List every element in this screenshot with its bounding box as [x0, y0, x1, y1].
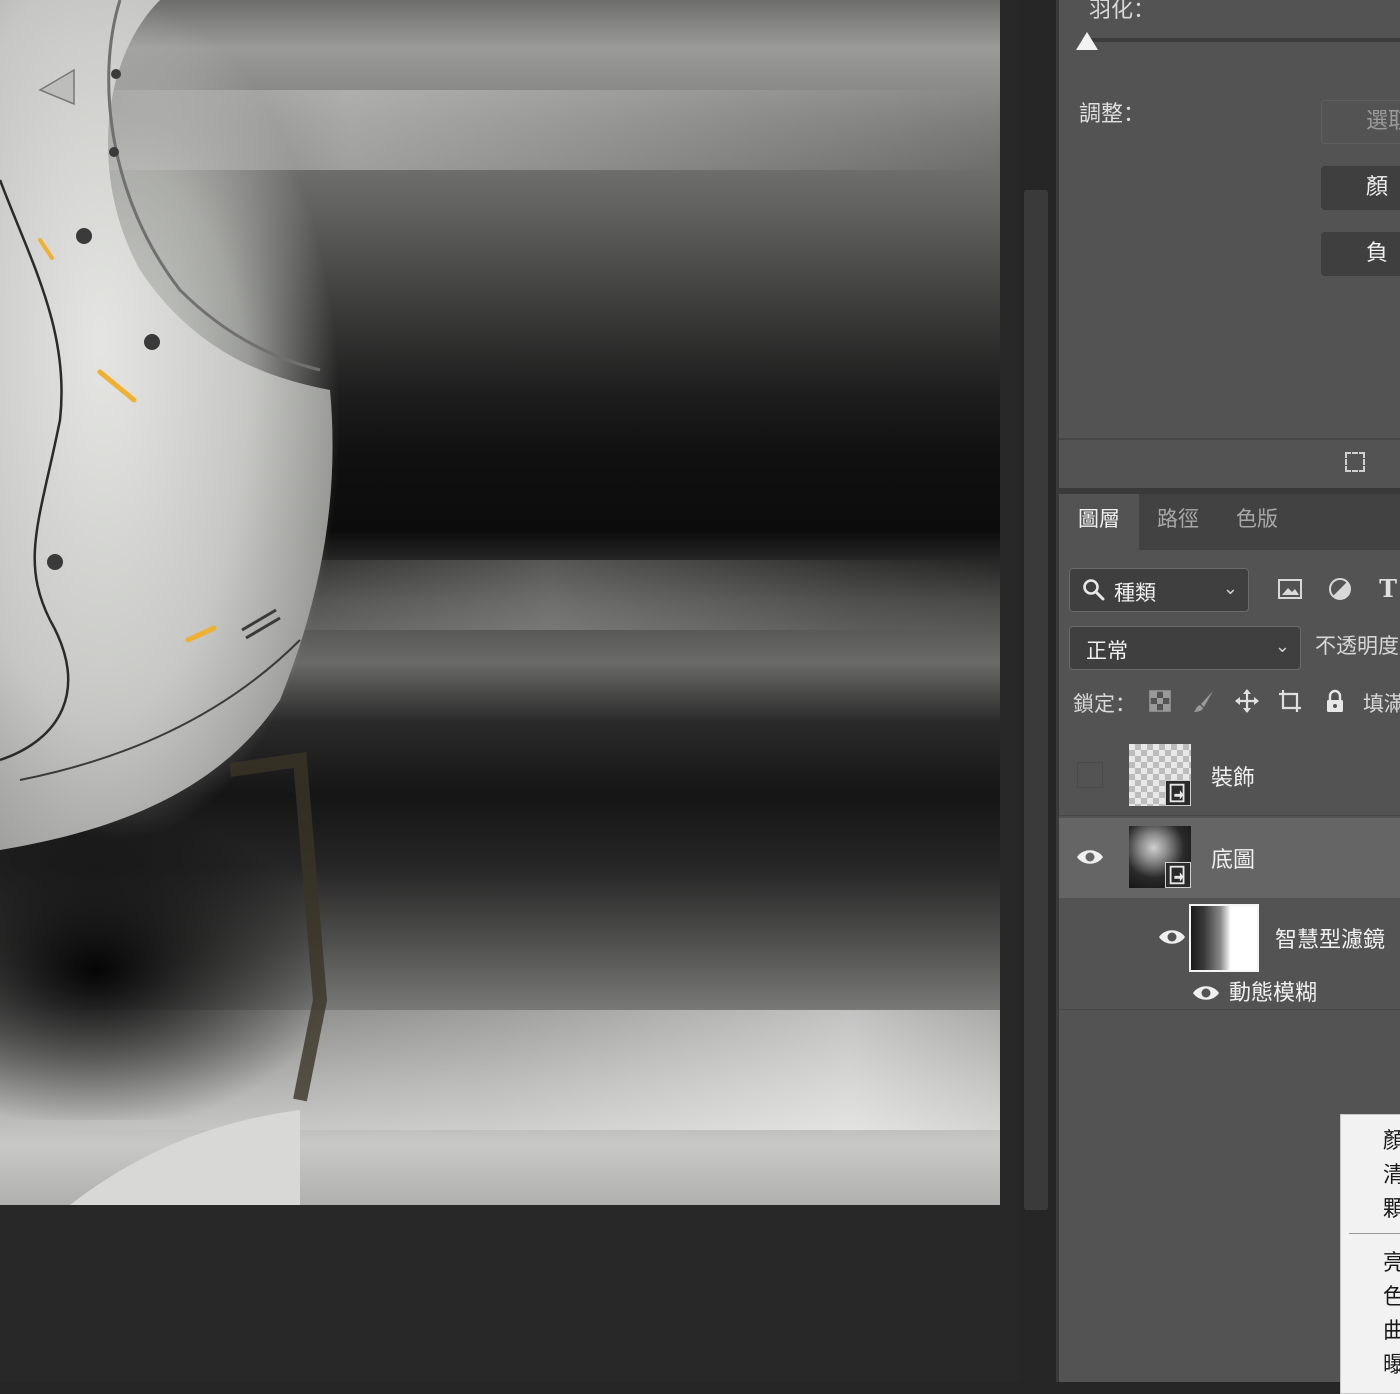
adjustment-layer-menu: 顏 清 顆 亮 色 曲 曝 [1340, 1114, 1400, 1394]
layer-name[interactable]: 底圖 [1211, 842, 1255, 874]
menu-item[interactable]: 曝 [1383, 1347, 1400, 1379]
select-and-mask-button[interactable]: 選取 [1321, 100, 1400, 144]
menu-separator [1349, 1233, 1400, 1234]
lock-label: 鎖定： [1073, 692, 1136, 716]
feather-slider-track[interactable] [1087, 38, 1400, 42]
filter-name[interactable]: 動態模糊 [1229, 975, 1317, 1007]
tab-layers[interactable]: 圖層 [1059, 494, 1139, 550]
eye-icon[interactable] [1191, 982, 1221, 1004]
blend-mode-value: 正常 [1086, 639, 1128, 663]
feather-slider-knob[interactable] [1076, 32, 1098, 50]
document-canvas[interactable] [0, 0, 1000, 1205]
type-filter-icon[interactable]: T [1373, 574, 1400, 604]
fill-label: 填滿 [1363, 692, 1400, 716]
lock-transparent-pixels-icon[interactable] [1147, 688, 1173, 714]
vertical-scrollbar[interactable] [1024, 190, 1048, 1210]
eye-icon[interactable] [1075, 846, 1105, 868]
blend-mode-select[interactable]: 正常 ⌄ [1069, 626, 1301, 670]
layer-row-decoration[interactable]: 裝飾 [1059, 736, 1400, 816]
smart-object-icon [1165, 862, 1191, 888]
feather-label: 羽化： [1089, 0, 1156, 23]
smart-filters-label[interactable]: 智慧型濾鏡 [1275, 922, 1385, 954]
search-icon [1083, 579, 1105, 601]
menu-item[interactable]: 顏 [1383, 1123, 1400, 1155]
menu-item[interactable]: 顆 [1383, 1191, 1400, 1223]
smart-object-icon [1165, 780, 1191, 806]
image-filter-icon[interactable] [1275, 574, 1305, 604]
visibility-toggle-off[interactable] [1077, 762, 1103, 788]
chevron-down-icon: ⌄ [1274, 636, 1290, 657]
layer-row-motion-blur[interactable]: 動態模糊 [1059, 978, 1400, 1010]
lock-image-pixels-icon[interactable] [1191, 688, 1217, 714]
canvas-area[interactable] [0, 0, 1048, 1382]
layer-kind-label: 種類 [1114, 581, 1156, 605]
menu-item[interactable]: 色 [1383, 1279, 1400, 1311]
layer-thumbnail [1129, 826, 1191, 888]
menu-item[interactable]: 清 [1383, 1157, 1400, 1189]
color-range-button[interactable]: 顏 [1321, 166, 1400, 210]
invert-button[interactable]: 負 [1321, 232, 1400, 276]
opacity-label: 不透明度 [1315, 634, 1399, 658]
menu-item[interactable]: 亮 [1383, 1245, 1400, 1277]
robot-head-artwork [0, 0, 333, 1205]
eye-icon[interactable] [1157, 926, 1187, 948]
layer-thumbnail [1129, 744, 1191, 806]
menu-item[interactable]: 曲 [1383, 1313, 1400, 1345]
adjust-label: 調整： [1079, 102, 1146, 127]
tab-paths[interactable]: 路徑 [1139, 494, 1217, 550]
panel-divider [1059, 438, 1400, 440]
lock-position-icon[interactable] [1234, 688, 1260, 714]
lock-all-icon[interactable] [1322, 688, 1348, 714]
chevron-down-icon: ⌄ [1222, 578, 1238, 599]
layer-row-smart-filters[interactable]: 智慧型濾鏡 [1059, 898, 1400, 978]
filter-mask-thumbnail[interactable] [1189, 904, 1259, 972]
tab-channels[interactable]: 色版 [1217, 494, 1297, 550]
load-selection-icon[interactable] [1345, 452, 1365, 472]
adjustment-filter-icon[interactable] [1325, 574, 1355, 604]
layers-tab-bar: 圖層 路徑 色版 [1059, 494, 1400, 550]
layer-kind-filter-select[interactable]: 種類 ⌄ [1069, 568, 1249, 612]
lock-artboard-icon[interactable] [1277, 688, 1303, 714]
layer-name[interactable]: 裝飾 [1211, 760, 1255, 792]
layer-row-base[interactable]: 底圖 [1059, 818, 1400, 898]
